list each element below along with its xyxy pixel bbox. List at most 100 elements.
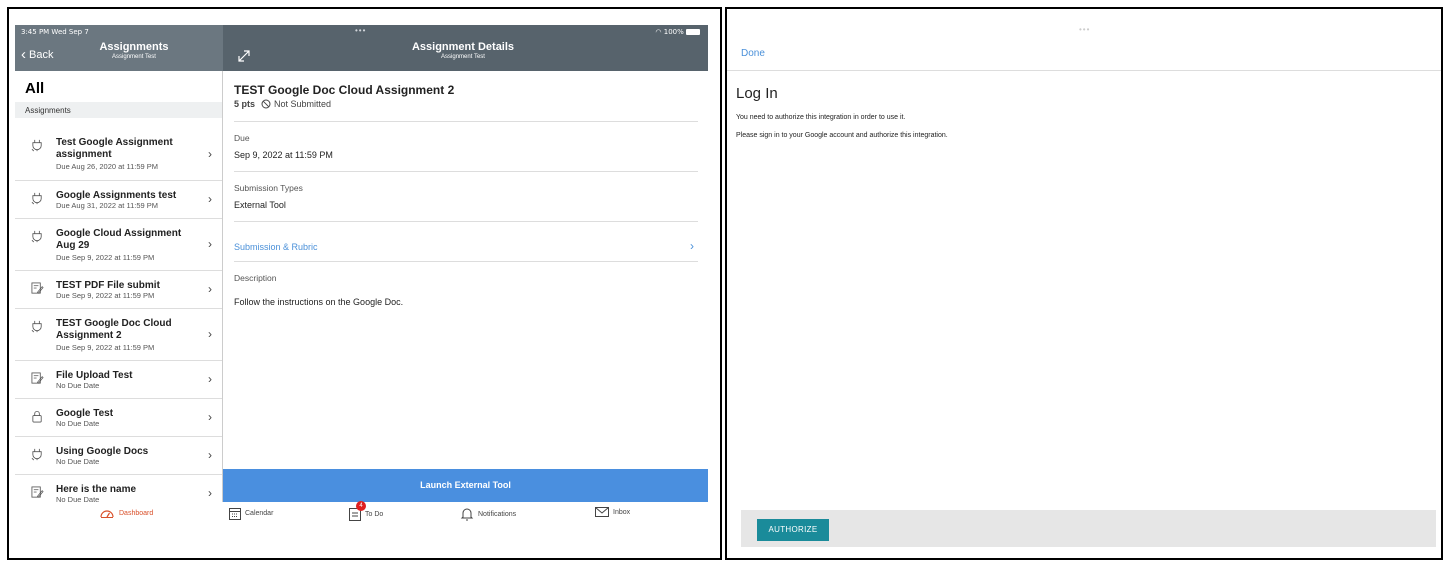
done-button[interactable]: Done — [741, 48, 765, 59]
battery-icon — [686, 29, 700, 35]
todo-badge: 4 — [356, 501, 366, 511]
mail-icon — [595, 507, 609, 517]
chevron-right-icon: › — [208, 448, 212, 462]
launch-external-tool-button[interactable]: Launch External Tool — [223, 469, 708, 502]
external-tool-icon — [31, 320, 42, 333]
battery-percent: 100% — [663, 28, 684, 36]
authorize-button[interactable]: AUTHORIZE — [757, 519, 829, 541]
expand-icon[interactable] — [237, 49, 251, 63]
assignment-icon — [31, 486, 44, 498]
list-title: Assignments — [99, 41, 169, 53]
due-date: Due Sep 9, 2022 at 11:59 PM — [56, 343, 155, 352]
due-date: Due Sep 9, 2022 at 11:59 PM — [56, 253, 155, 262]
assignment-list: All Assignments Test Google Assignment a… — [15, 71, 223, 512]
dashboard-icon — [100, 510, 114, 518]
tab-notifications[interactable]: Notifications — [460, 507, 516, 521]
list-item[interactable]: Google Cloud Assignment Aug 29 Due Sep 9,… — [15, 219, 222, 271]
tab-bar: Dashboard Calendar 4 To Do Notifications… — [15, 501, 708, 526]
list-item[interactable]: File Upload Test No Due Date › — [15, 361, 222, 399]
chevron-right-icon: › — [208, 327, 212, 341]
login-title: Log In — [736, 85, 778, 102]
divider — [234, 171, 698, 172]
chevron-right-icon: › — [208, 192, 212, 206]
list-heading: All — [25, 80, 45, 97]
chevron-right-icon: › — [208, 372, 212, 386]
login-message: You need to authorize this integration i… — [736, 114, 906, 121]
assignment-detail: TEST Google Doc Cloud Assignment 2 5 pts… — [223, 71, 708, 469]
back-button[interactable]: ‹ Back — [21, 46, 54, 63]
list-item[interactable]: Google Test No Due Date › — [15, 399, 222, 437]
chevron-right-icon: › — [208, 410, 212, 424]
submission-rubric-link[interactable]: Submission & Rubric — [234, 242, 318, 252]
not-submitted-icon — [261, 99, 271, 109]
divider — [234, 261, 698, 262]
due-date: No Due Date — [56, 457, 100, 466]
tab-dashboard[interactable]: Dashboard — [99, 507, 153, 519]
battery-indicator: ◠ 100% — [655, 28, 700, 36]
external-tool-icon — [31, 230, 42, 243]
assignment-name: TEST Google Doc Cloud Assignment 2 — [56, 318, 172, 341]
divider — [727, 70, 1441, 71]
list-subtitle: Assignment Test — [112, 54, 156, 60]
submission-types-label: Submission Types — [234, 183, 303, 193]
points: 5 pts — [234, 99, 256, 109]
description-text: Follow the instructions on the Google Do… — [234, 297, 404, 307]
auth-window: ••• Done Log In You need to authorize th… — [725, 7, 1443, 560]
tab-label: Calendar — [245, 510, 274, 517]
list-item[interactable]: TEST Google Doc Cloud Assignment 2 Due Se… — [15, 309, 222, 361]
auth-footer: AUTHORIZE — [741, 510, 1436, 547]
due-date: No Due Date — [56, 419, 100, 428]
list-nav-title: Assignments Assignment Test — [80, 41, 188, 60]
chevron-right-icon: › — [208, 485, 212, 500]
tab-label: Notifications — [478, 510, 517, 518]
due-date: No Due Date — [56, 381, 100, 390]
status-time: 3:45 PM Wed Sep 7 — [21, 28, 89, 36]
canvas-app-window: 3:45 PM Wed Sep 7 ••• ◠ 100% ‹ Back Assi… — [7, 7, 722, 560]
due-date: Due Sep 9, 2022 at 11:59 PM — [56, 291, 155, 300]
chevron-right-icon: › — [208, 282, 212, 296]
assignment-icon — [31, 282, 44, 294]
wifi-icon: ◠ — [655, 28, 664, 36]
tab-label: Inbox — [613, 508, 631, 516]
list-item[interactable]: Test Google Assignment assignment Due Aug… — [15, 128, 222, 181]
login-instructions: Please sign in to your Google account an… — [736, 132, 948, 139]
chevron-right-icon[interactable]: › — [690, 239, 694, 253]
back-label: Back — [29, 49, 54, 61]
tab-label: To Do — [365, 510, 384, 518]
detail-subtitle: Assignment Test — [441, 54, 485, 60]
submission-types-value: External Tool — [234, 200, 286, 210]
external-tool-icon — [31, 192, 42, 205]
detail-title: Assignment Details — [411, 41, 515, 53]
chevron-right-icon: › — [208, 146, 212, 161]
assignment-title: TEST Google Doc Cloud Assignment 2 — [234, 83, 455, 97]
list-item[interactable]: Using Google Docs No Due Date › — [15, 437, 222, 475]
assignment-name: Google Cloud Assignment Aug 29 — [56, 228, 182, 251]
lock-icon — [32, 410, 42, 423]
due-value: Sep 9, 2022 at 11:59 PM — [234, 150, 333, 160]
tab-calendar[interactable]: Calendar — [229, 507, 273, 520]
multitask-dots-icon[interactable]: ••• — [355, 26, 366, 35]
assignment-name: Test Google Assignment assignment — [56, 137, 173, 160]
due-date: Due Aug 26, 2020 at 11:59 PM — [56, 162, 159, 171]
assignment-meta: 5 pts Not Submitted — [234, 99, 331, 109]
bell-icon — [460, 508, 474, 521]
divider — [234, 121, 698, 122]
submission-status: Not Submitted — [274, 99, 332, 109]
external-tool-icon — [31, 448, 42, 461]
section-header: Assignments — [15, 102, 222, 118]
tab-todo[interactable]: 4 To Do — [349, 501, 384, 521]
tab-inbox[interactable]: Inbox — [595, 507, 630, 517]
chevron-right-icon: › — [208, 237, 212, 251]
multitask-dots-icon[interactable]: ••• — [1079, 25, 1090, 34]
external-tool-icon — [31, 139, 42, 152]
list-item[interactable]: TEST PDF File submit Due Sep 9, 2022 at 1… — [15, 271, 222, 309]
list-item[interactable]: Google Assignments test Due Aug 31, 2022 … — [15, 181, 222, 219]
calendar-icon — [229, 508, 241, 520]
description-label: Description — [234, 273, 277, 283]
tab-label: Dashboard — [119, 509, 154, 517]
chevron-left-icon: ‹ — [21, 46, 26, 63]
due-label: Due — [234, 133, 250, 143]
divider — [234, 221, 698, 222]
detail-nav-title: Assignment Details Assignment Test — [383, 41, 543, 60]
assignment-icon — [31, 372, 44, 384]
